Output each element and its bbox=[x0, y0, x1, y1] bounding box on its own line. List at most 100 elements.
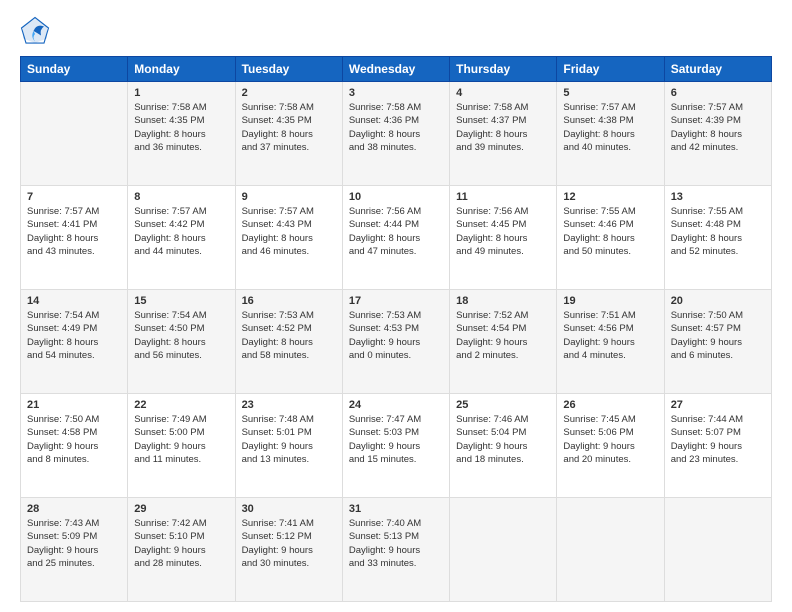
page: SundayMondayTuesdayWednesdayThursdayFrid… bbox=[0, 0, 792, 612]
day-info: Sunrise: 7:58 AM Sunset: 4:36 PM Dayligh… bbox=[349, 101, 443, 154]
calendar-cell: 2 Sunrise: 7:58 AM Sunset: 4:35 PM Daylig… bbox=[235, 82, 342, 186]
calendar-header-row: SundayMondayTuesdayWednesdayThursdayFrid… bbox=[21, 57, 772, 82]
day-info: Sunrise: 7:55 AM Sunset: 4:46 PM Dayligh… bbox=[563, 205, 657, 258]
calendar-cell: 4 Sunrise: 7:58 AM Sunset: 4:37 PM Daylig… bbox=[450, 82, 557, 186]
day-number: 15 bbox=[134, 295, 228, 307]
day-number: 1 bbox=[134, 87, 228, 99]
day-info: Sunrise: 7:53 AM Sunset: 4:52 PM Dayligh… bbox=[242, 309, 336, 362]
calendar-cell: 23 Sunrise: 7:48 AM Sunset: 5:01 PM Dayli… bbox=[235, 394, 342, 498]
day-info: Sunrise: 7:49 AM Sunset: 5:00 PM Dayligh… bbox=[134, 413, 228, 466]
day-number: 13 bbox=[671, 191, 765, 203]
day-number: 4 bbox=[456, 87, 550, 99]
day-info: Sunrise: 7:57 AM Sunset: 4:38 PM Dayligh… bbox=[563, 101, 657, 154]
calendar-cell: 12 Sunrise: 7:55 AM Sunset: 4:46 PM Dayli… bbox=[557, 186, 664, 290]
day-header-sunday: Sunday bbox=[21, 57, 128, 82]
calendar-week-4: 28Sunrise: 7:43 AM Sunset: 5:09 PM Dayli… bbox=[21, 498, 772, 602]
calendar-cell bbox=[557, 498, 664, 602]
day-number: 23 bbox=[242, 399, 336, 411]
calendar-week-0: 1 Sunrise: 7:58 AM Sunset: 4:35 PM Daylig… bbox=[21, 82, 772, 186]
calendar-cell: 24 Sunrise: 7:47 AM Sunset: 5:03 PM Dayli… bbox=[342, 394, 449, 498]
day-number: 14 bbox=[27, 295, 121, 307]
calendar-cell bbox=[450, 498, 557, 602]
calendar-cell: 18Sunrise: 7:52 AM Sunset: 4:54 PM Dayli… bbox=[450, 290, 557, 394]
day-info: Sunrise: 7:48 AM Sunset: 5:01 PM Dayligh… bbox=[242, 413, 336, 466]
day-number: 16 bbox=[242, 295, 336, 307]
day-info: Sunrise: 7:58 AM Sunset: 4:35 PM Dayligh… bbox=[134, 101, 228, 154]
day-number: 24 bbox=[349, 399, 443, 411]
day-info: Sunrise: 7:42 AM Sunset: 5:10 PM Dayligh… bbox=[134, 517, 228, 570]
day-number: 17 bbox=[349, 295, 443, 307]
day-info: Sunrise: 7:40 AM Sunset: 5:13 PM Dayligh… bbox=[349, 517, 443, 570]
calendar-cell bbox=[21, 82, 128, 186]
day-number: 9 bbox=[242, 191, 336, 203]
day-number: 19 bbox=[563, 295, 657, 307]
day-info: Sunrise: 7:57 AM Sunset: 4:39 PM Dayligh… bbox=[671, 101, 765, 154]
day-header-thursday: Thursday bbox=[450, 57, 557, 82]
day-info: Sunrise: 7:44 AM Sunset: 5:07 PM Dayligh… bbox=[671, 413, 765, 466]
calendar-cell: 20 Sunrise: 7:50 AM Sunset: 4:57 PM Dayli… bbox=[664, 290, 771, 394]
day-number: 3 bbox=[349, 87, 443, 99]
day-number: 12 bbox=[563, 191, 657, 203]
day-info: Sunrise: 7:55 AM Sunset: 4:48 PM Dayligh… bbox=[671, 205, 765, 258]
day-info: Sunrise: 7:51 AM Sunset: 4:56 PM Dayligh… bbox=[563, 309, 657, 362]
day-number: 20 bbox=[671, 295, 765, 307]
header bbox=[20, 16, 772, 46]
day-number: 5 bbox=[563, 87, 657, 99]
calendar-cell: 7 Sunrise: 7:57 AM Sunset: 4:41 PM Daylig… bbox=[21, 186, 128, 290]
day-info: Sunrise: 7:47 AM Sunset: 5:03 PM Dayligh… bbox=[349, 413, 443, 466]
day-number: 27 bbox=[671, 399, 765, 411]
day-number: 28 bbox=[27, 503, 121, 515]
day-info: Sunrise: 7:57 AM Sunset: 4:43 PM Dayligh… bbox=[242, 205, 336, 258]
calendar-cell: 3 Sunrise: 7:58 AM Sunset: 4:36 PM Daylig… bbox=[342, 82, 449, 186]
day-number: 30 bbox=[242, 503, 336, 515]
day-number: 2 bbox=[242, 87, 336, 99]
day-number: 31 bbox=[349, 503, 443, 515]
day-number: 8 bbox=[134, 191, 228, 203]
calendar-cell: 19 Sunrise: 7:51 AM Sunset: 4:56 PM Dayli… bbox=[557, 290, 664, 394]
day-info: Sunrise: 7:41 AM Sunset: 5:12 PM Dayligh… bbox=[242, 517, 336, 570]
calendar-cell: 5 Sunrise: 7:57 AM Sunset: 4:38 PM Daylig… bbox=[557, 82, 664, 186]
calendar-cell bbox=[664, 498, 771, 602]
day-header-wednesday: Wednesday bbox=[342, 57, 449, 82]
day-number: 10 bbox=[349, 191, 443, 203]
calendar-cell: 16 Sunrise: 7:53 AM Sunset: 4:52 PM Dayli… bbox=[235, 290, 342, 394]
calendar-cell: 11 Sunrise: 7:56 AM Sunset: 4:45 PM Dayli… bbox=[450, 186, 557, 290]
calendar-cell: 25Sunrise: 7:46 AM Sunset: 5:04 PM Dayli… bbox=[450, 394, 557, 498]
day-info: Sunrise: 7:56 AM Sunset: 4:44 PM Dayligh… bbox=[349, 205, 443, 258]
calendar-week-1: 7 Sunrise: 7:57 AM Sunset: 4:41 PM Daylig… bbox=[21, 186, 772, 290]
day-info: Sunrise: 7:46 AM Sunset: 5:04 PM Dayligh… bbox=[456, 413, 550, 466]
day-info: Sunrise: 7:58 AM Sunset: 4:37 PM Dayligh… bbox=[456, 101, 550, 154]
calendar-cell: 14 Sunrise: 7:54 AM Sunset: 4:49 PM Dayli… bbox=[21, 290, 128, 394]
calendar-cell: 8Sunrise: 7:57 AM Sunset: 4:42 PM Daylig… bbox=[128, 186, 235, 290]
logo-icon bbox=[20, 16, 50, 46]
calendar-cell: 30 Sunrise: 7:41 AM Sunset: 5:12 PM Dayli… bbox=[235, 498, 342, 602]
day-header-tuesday: Tuesday bbox=[235, 57, 342, 82]
day-info: Sunrise: 7:58 AM Sunset: 4:35 PM Dayligh… bbox=[242, 101, 336, 154]
calendar-cell: 29 Sunrise: 7:42 AM Sunset: 5:10 PM Dayli… bbox=[128, 498, 235, 602]
day-info: Sunrise: 7:50 AM Sunset: 4:57 PM Dayligh… bbox=[671, 309, 765, 362]
day-info: Sunrise: 7:54 AM Sunset: 4:50 PM Dayligh… bbox=[134, 309, 228, 362]
calendar-cell: 31 Sunrise: 7:40 AM Sunset: 5:13 PM Dayli… bbox=[342, 498, 449, 602]
day-number: 21 bbox=[27, 399, 121, 411]
calendar-cell: 6 Sunrise: 7:57 AM Sunset: 4:39 PM Daylig… bbox=[664, 82, 771, 186]
day-info: Sunrise: 7:57 AM Sunset: 4:41 PM Dayligh… bbox=[27, 205, 121, 258]
calendar-week-3: 21 Sunrise: 7:50 AM Sunset: 4:58 PM Dayli… bbox=[21, 394, 772, 498]
calendar-week-2: 14 Sunrise: 7:54 AM Sunset: 4:49 PM Dayli… bbox=[21, 290, 772, 394]
day-info: Sunrise: 7:50 AM Sunset: 4:58 PM Dayligh… bbox=[27, 413, 121, 466]
day-number: 11 bbox=[456, 191, 550, 203]
calendar-cell: 17Sunrise: 7:53 AM Sunset: 4:53 PM Dayli… bbox=[342, 290, 449, 394]
day-info: Sunrise: 7:45 AM Sunset: 5:06 PM Dayligh… bbox=[563, 413, 657, 466]
calendar-cell: 21 Sunrise: 7:50 AM Sunset: 4:58 PM Dayli… bbox=[21, 394, 128, 498]
day-info: Sunrise: 7:54 AM Sunset: 4:49 PM Dayligh… bbox=[27, 309, 121, 362]
day-header-monday: Monday bbox=[128, 57, 235, 82]
day-info: Sunrise: 7:56 AM Sunset: 4:45 PM Dayligh… bbox=[456, 205, 550, 258]
day-info: Sunrise: 7:52 AM Sunset: 4:54 PM Dayligh… bbox=[456, 309, 550, 362]
calendar-cell: 26Sunrise: 7:45 AM Sunset: 5:06 PM Dayli… bbox=[557, 394, 664, 498]
day-header-saturday: Saturday bbox=[664, 57, 771, 82]
day-number: 29 bbox=[134, 503, 228, 515]
calendar-cell: 9 Sunrise: 7:57 AM Sunset: 4:43 PM Daylig… bbox=[235, 186, 342, 290]
day-header-friday: Friday bbox=[557, 57, 664, 82]
day-number: 7 bbox=[27, 191, 121, 203]
calendar-cell: 15 Sunrise: 7:54 AM Sunset: 4:50 PM Dayli… bbox=[128, 290, 235, 394]
day-number: 6 bbox=[671, 87, 765, 99]
